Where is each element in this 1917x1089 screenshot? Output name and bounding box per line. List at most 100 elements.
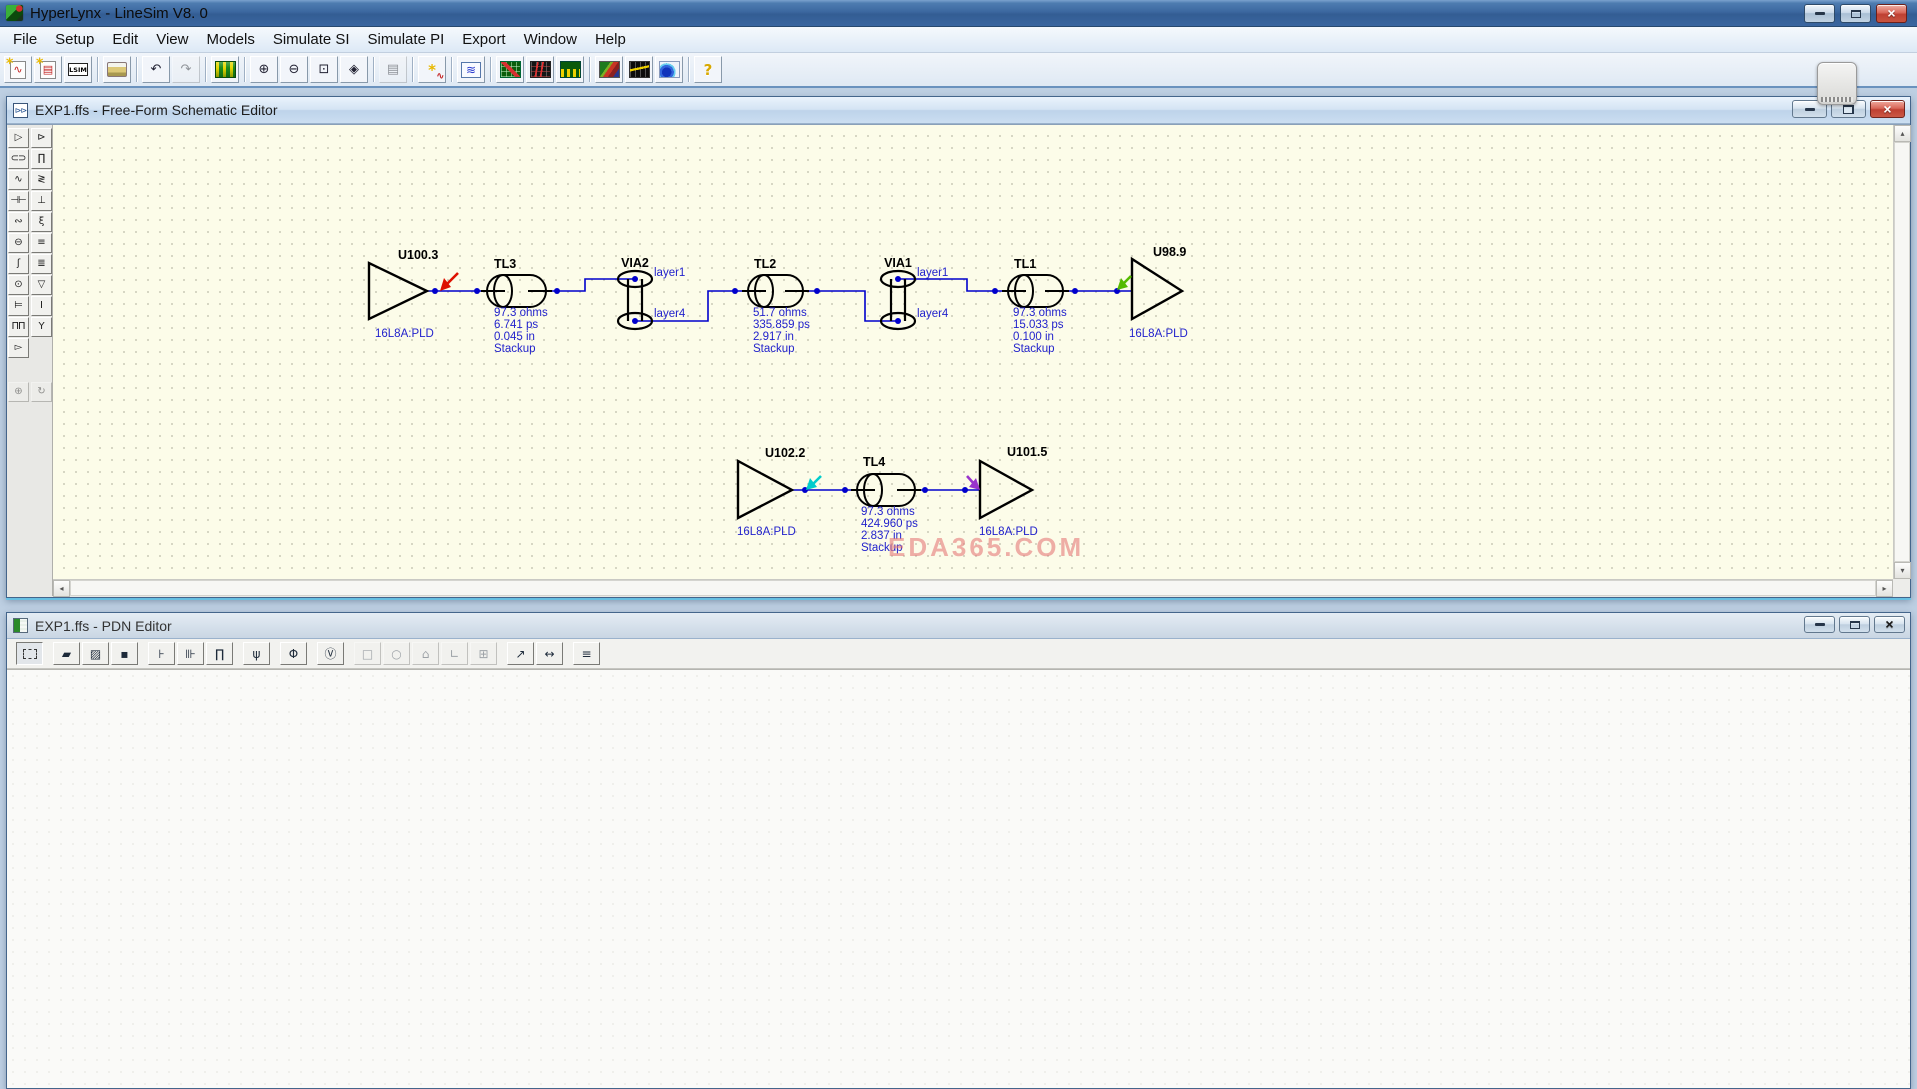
menu-item-models[interactable]: Models bbox=[197, 28, 263, 51]
probe-arrow-cyan[interactable] bbox=[806, 475, 822, 490]
scroll-down-button[interactable] bbox=[1894, 562, 1911, 579]
pad-button[interactable]: ▪ bbox=[111, 642, 138, 665]
plane-shape-button[interactable]: ▰ bbox=[53, 642, 80, 665]
wizard-button[interactable]: * bbox=[418, 56, 446, 83]
tline-tl4[interactable] bbox=[851, 473, 921, 507]
tline-tl3[interactable] bbox=[481, 274, 552, 308]
decap-pair-button[interactable]: ⊪ bbox=[177, 642, 204, 665]
capacitor-gnd-tool[interactable]: ⊥ bbox=[30, 191, 52, 211]
lsim-button[interactable]: LSIM bbox=[64, 56, 92, 83]
open-schematic-button[interactable]: ▤ bbox=[34, 56, 62, 83]
tline-tl1[interactable] bbox=[1002, 274, 1069, 308]
probe-arrow-purple[interactable] bbox=[966, 475, 980, 490]
oscilloscope-button[interactable]: ≋ bbox=[457, 56, 485, 83]
port-button[interactable]: Φ bbox=[280, 642, 307, 665]
buffer-u102-2[interactable] bbox=[736, 458, 795, 520]
pdn-maximize-button[interactable] bbox=[1839, 616, 1870, 633]
measure-button[interactable]: ↔ bbox=[536, 642, 563, 665]
plane-noise-button[interactable] bbox=[595, 56, 623, 83]
new-schematic-button[interactable]: ∿ bbox=[4, 56, 32, 83]
decap-button[interactable]: ⊦ bbox=[148, 642, 175, 665]
probe-arrow-green[interactable] bbox=[1117, 275, 1132, 290]
spectrum-button[interactable] bbox=[625, 56, 653, 83]
eye-diagram-button[interactable] bbox=[526, 56, 554, 83]
scroll-track[interactable] bbox=[1894, 142, 1910, 562]
pull-resistor-tool[interactable]: ≷ bbox=[30, 170, 52, 190]
zoom-fit-button[interactable]: ◈ bbox=[340, 56, 368, 83]
ber-chart-button[interactable] bbox=[556, 56, 584, 83]
zoom-in-button[interactable]: ⊕ bbox=[250, 56, 278, 83]
buffer-u98-9[interactable] bbox=[1130, 256, 1185, 322]
pdn-title-bar[interactable]: EXP1.ffs - PDN Editor bbox=[7, 613, 1910, 639]
probe-arrow-red[interactable] bbox=[440, 272, 459, 291]
pdn-close-button[interactable] bbox=[1874, 616, 1905, 633]
buffer-u101-5[interactable] bbox=[978, 458, 1035, 521]
print-button[interactable] bbox=[103, 56, 131, 83]
stub-tool[interactable]: ⊖ bbox=[7, 233, 29, 253]
ground-pair-tool[interactable]: ≣ bbox=[30, 254, 52, 274]
coil-tool[interactable]: ξ bbox=[30, 212, 52, 232]
scroll-left-button[interactable] bbox=[53, 580, 70, 597]
select-marquee-button[interactable] bbox=[16, 642, 43, 665]
zoom-area-button[interactable]: ⊡ bbox=[310, 56, 338, 83]
plane-cutout-button[interactable]: ▨ bbox=[82, 642, 109, 665]
menu-item-view[interactable]: View bbox=[147, 28, 197, 51]
scroll-thumb[interactable] bbox=[70, 580, 1876, 596]
main-close-button[interactable] bbox=[1876, 4, 1907, 23]
tline-tool[interactable]: ⊂⊃ bbox=[7, 149, 29, 169]
probe-tool[interactable]: Y bbox=[30, 317, 52, 337]
tline-tl2[interactable] bbox=[742, 274, 809, 308]
pdn-canvas[interactable] bbox=[7, 669, 1910, 1088]
buffer-u100-3[interactable] bbox=[367, 261, 430, 321]
ic-tool[interactable]: ⊨ bbox=[7, 296, 29, 316]
menu-item-help[interactable]: Help bbox=[586, 28, 635, 51]
buffer-tool[interactable]: ▻ bbox=[7, 338, 29, 358]
redo-button[interactable]: ↷ bbox=[172, 56, 200, 83]
spool-tool[interactable]: I bbox=[30, 296, 52, 316]
scroll-right-button[interactable] bbox=[1876, 580, 1893, 597]
schematic-title-bar[interactable]: EXP1.ffs - Free-Form Schematic Editor bbox=[7, 97, 1910, 124]
capacitor-tool[interactable]: ⊣⊢ bbox=[7, 191, 29, 211]
menu-item-simulate-si[interactable]: Simulate SI bbox=[264, 28, 359, 51]
scroll-track[interactable] bbox=[70, 580, 1876, 596]
ibis-buffer-tool[interactable]: ⊳ bbox=[30, 128, 52, 148]
driver-tool[interactable]: ▷ bbox=[7, 128, 29, 148]
ferrite-bead-tool[interactable]: ʃ bbox=[7, 254, 29, 274]
probe-arrow-button[interactable]: ↗ bbox=[507, 642, 534, 665]
menu-item-setup[interactable]: Setup bbox=[46, 28, 103, 51]
help-button[interactable]: ? bbox=[694, 56, 722, 83]
schematic-close-button[interactable] bbox=[1870, 100, 1905, 118]
via-pair-tool[interactable]: ΠΠ bbox=[7, 317, 29, 337]
menu-item-edit[interactable]: Edit bbox=[103, 28, 147, 51]
menu-item-file[interactable]: File bbox=[4, 28, 46, 51]
via-tool[interactable]: ∏ bbox=[30, 149, 52, 169]
schematic-vertical-scrollbar[interactable] bbox=[1893, 125, 1911, 579]
route-button[interactable]: ∟ bbox=[441, 642, 468, 665]
pdn-minimize-button[interactable] bbox=[1804, 616, 1835, 633]
eye-mask-button[interactable] bbox=[496, 56, 524, 83]
inductor-tool[interactable]: ∾ bbox=[7, 212, 29, 232]
viewer-3d-button[interactable] bbox=[655, 56, 683, 83]
stackup-editor-button[interactable] bbox=[211, 56, 239, 83]
rotate-tool[interactable]: ↻ bbox=[30, 382, 52, 402]
copy-shape-button[interactable]: ⊞ bbox=[470, 642, 497, 665]
rectangle-button[interactable]: □ bbox=[354, 642, 381, 665]
resistor-tool[interactable]: ∿ bbox=[7, 170, 29, 190]
zoom-out-button[interactable]: ⊖ bbox=[280, 56, 308, 83]
menu-item-export[interactable]: Export bbox=[453, 28, 514, 51]
source-tool[interactable]: ⊙ bbox=[7, 275, 29, 295]
via-array-button[interactable]: ∏ bbox=[206, 642, 233, 665]
polygon-button[interactable]: ⌂ bbox=[412, 642, 439, 665]
main-minimize-button[interactable] bbox=[1804, 4, 1835, 23]
vrm-button[interactable]: Ⓥ bbox=[317, 642, 344, 665]
ground-tool[interactable]: ≡ bbox=[30, 233, 52, 253]
menu-item-simulate-pi[interactable]: Simulate PI bbox=[359, 28, 454, 51]
move-tool[interactable]: ⊕ bbox=[7, 382, 29, 402]
scroll-thumb[interactable] bbox=[1894, 142, 1910, 562]
schematic-horizontal-scrollbar[interactable] bbox=[53, 579, 1893, 597]
report-button[interactable]: ▤ bbox=[379, 56, 407, 83]
ground-arrow-tool[interactable]: ▽ bbox=[30, 275, 52, 295]
pin-button[interactable]: ψ bbox=[243, 642, 270, 665]
undo-button[interactable]: ↶ bbox=[142, 56, 170, 83]
stackup-view-button[interactable]: ≡ bbox=[573, 642, 600, 665]
